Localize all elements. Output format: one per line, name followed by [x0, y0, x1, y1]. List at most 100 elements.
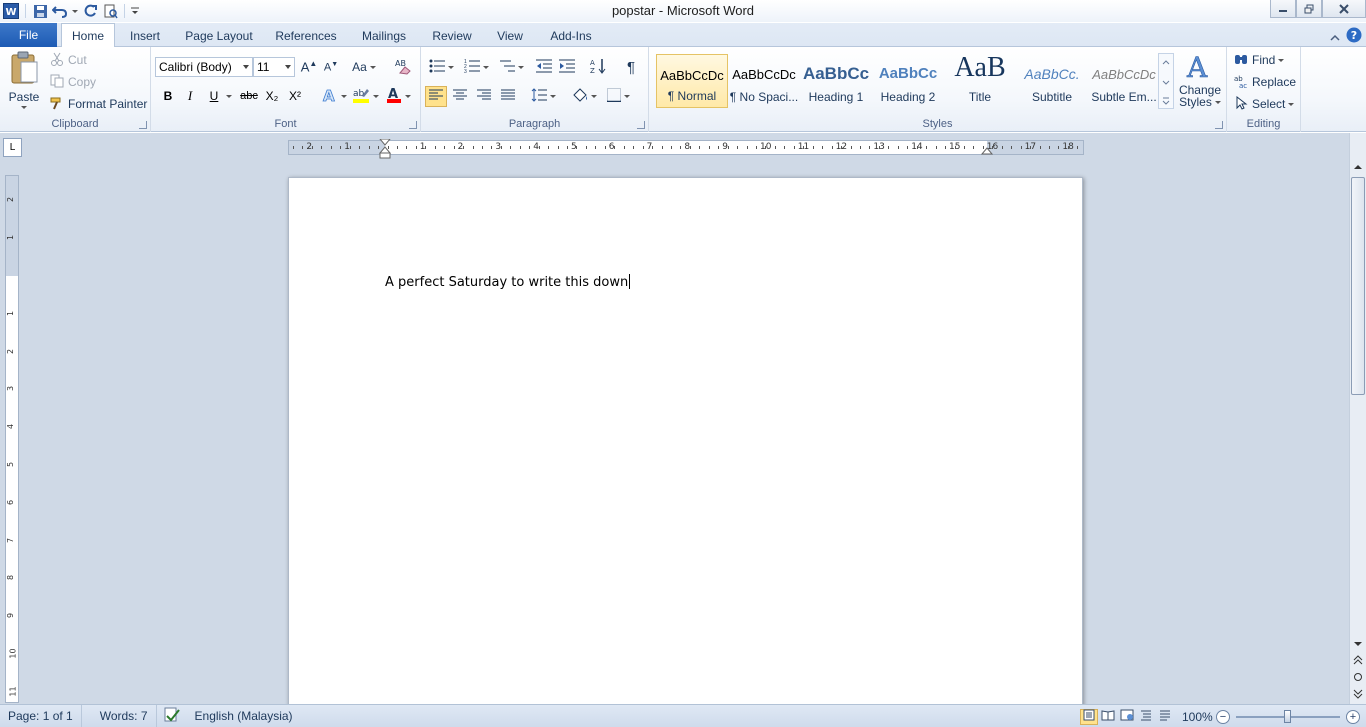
style-normal[interactable]: AaBbCcDc ¶ Normal [656, 54, 728, 108]
decrease-indent-button[interactable] [534, 57, 554, 77]
style-title[interactable]: AaB Title [944, 52, 1016, 108]
outline-view-button[interactable] [1137, 709, 1155, 725]
scroll-down-button[interactable] [1350, 636, 1366, 652]
clear-formatting-button[interactable]: AB [393, 57, 413, 77]
style-no-spacing[interactable]: AaBbCcDc ¶ No Spaci... [728, 54, 800, 108]
paste-button[interactable]: Paste [4, 51, 44, 113]
paragraph-dialog-launcher[interactable] [637, 121, 645, 129]
bold-button[interactable]: B [160, 87, 176, 105]
font-color-button[interactable]: A [383, 86, 413, 106]
format-painter-button[interactable]: Format Painter [50, 96, 147, 112]
underline-dropdown[interactable] [225, 87, 233, 105]
align-right-icon [477, 89, 491, 104]
clipboard-dialog-launcher[interactable] [139, 121, 147, 129]
italic-button[interactable]: I [182, 87, 198, 105]
undo-dropdown-icon[interactable] [71, 2, 79, 20]
first-line-indent-marker[interactable] [378, 138, 392, 162]
tab-view[interactable]: View [492, 25, 528, 47]
document-text[interactable]: A perfect Saturday to write this down [385, 274, 631, 290]
restore-button[interactable] [1296, 0, 1322, 18]
print-layout-view-button[interactable] [1080, 708, 1098, 725]
print-preview-icon[interactable] [101, 2, 119, 20]
borders-button[interactable] [603, 86, 633, 107]
tab-insert[interactable]: Insert [124, 25, 166, 47]
find-button[interactable]: Find [1234, 52, 1285, 68]
scroll-up-button[interactable] [1350, 159, 1366, 175]
strikethrough-button[interactable]: abc [238, 87, 260, 105]
word-count[interactable]: Words: 7 [82, 704, 157, 727]
zoom-slider[interactable] [1236, 709, 1340, 725]
zoom-out-button[interactable]: − [1216, 709, 1230, 724]
full-screen-reading-button[interactable] [1099, 709, 1117, 725]
right-indent-marker[interactable] [980, 144, 994, 159]
minimize-ribbon-icon[interactable] [1330, 30, 1340, 44]
language-indicator[interactable]: English (Malaysia) [187, 705, 301, 727]
vertical-ruler[interactable]: 2 1 1 2 3 4 5 6 7 8 9 10 11 [5, 175, 19, 703]
font-dialog-launcher[interactable] [409, 121, 417, 129]
styles-dialog-launcher[interactable] [1215, 121, 1223, 129]
draft-view-button[interactable] [1156, 709, 1174, 725]
document-page[interactable]: A perfect Saturday to write this down [288, 177, 1083, 727]
undo-icon[interactable] [51, 2, 69, 20]
page-count[interactable]: Page: 1 of 1 [0, 704, 82, 727]
highlight-button[interactable]: ab [350, 86, 380, 106]
replace-button[interactable]: ab ac Replace [1234, 74, 1296, 90]
tab-mailings[interactable]: Mailings [356, 25, 412, 47]
increase-indent-button[interactable] [557, 57, 577, 77]
web-layout-button[interactable] [1118, 709, 1136, 725]
sort-button[interactable]: AZ [588, 57, 608, 77]
zoom-in-button[interactable]: + [1346, 709, 1360, 724]
zoom-level[interactable]: 100% [1182, 710, 1216, 724]
style-heading-2[interactable]: AaBbCc Heading 2 [872, 54, 944, 108]
tab-page-layout[interactable]: Page Layout [182, 25, 256, 47]
customize-toolbar-icon[interactable] [130, 2, 140, 20]
word-app-icon[interactable]: W [2, 2, 20, 20]
superscript-button[interactable]: X² [286, 87, 304, 105]
align-center-button[interactable] [449, 86, 471, 107]
proofing-status[interactable] [157, 705, 187, 727]
numbering-button[interactable]: 123 [461, 57, 491, 77]
font-name-combo[interactable]: Calibri (Body) [155, 57, 253, 77]
align-left-button[interactable] [425, 86, 447, 107]
cut-button[interactable]: Cut [50, 52, 87, 68]
multilevel-list-button[interactable] [496, 57, 526, 77]
shrink-font-button[interactable]: A▼ [322, 58, 340, 76]
tab-file[interactable]: File [0, 23, 57, 47]
close-button[interactable] [1322, 0, 1366, 18]
change-case-button[interactable]: Aa [351, 58, 377, 76]
scroll-thumb[interactable] [1351, 177, 1365, 395]
minimize-button[interactable] [1270, 0, 1296, 18]
help-icon[interactable]: ? [1346, 27, 1362, 46]
bullets-button[interactable] [426, 57, 456, 77]
style-heading-1[interactable]: AaBbCc Heading 1 [800, 54, 872, 108]
next-page-button[interactable] [1350, 686, 1366, 702]
subscript-button[interactable]: X₂ [263, 87, 281, 105]
tab-selector[interactable]: L [3, 138, 22, 157]
font-size-combo[interactable]: 11 [253, 57, 295, 77]
style-subtitle[interactable]: AaBbCc. Subtitle [1016, 54, 1088, 108]
justify-button[interactable] [497, 86, 519, 107]
copy-button[interactable]: Copy [50, 74, 96, 90]
tab-review[interactable]: Review [428, 25, 476, 47]
show-hide-button[interactable]: ¶ [621, 57, 641, 77]
tab-references[interactable]: References [272, 25, 340, 47]
browse-object-button[interactable] [1350, 669, 1366, 685]
styles-gallery-scroll[interactable] [1158, 53, 1174, 109]
text-effects-button[interactable]: A [321, 86, 347, 105]
underline-button[interactable]: U [206, 87, 222, 105]
align-right-button[interactable] [473, 86, 495, 107]
horizontal-ruler[interactable]: 21123456789101112131415161718 [288, 138, 1084, 159]
change-styles-button[interactable]: A Change Styles [1176, 51, 1224, 115]
tab-home[interactable]: Home [61, 23, 115, 48]
tab-add-ins[interactable]: Add-Ins [544, 25, 598, 47]
shading-button[interactable] [569, 86, 599, 107]
previous-page-button[interactable] [1350, 652, 1366, 668]
line-spacing-button[interactable] [529, 86, 557, 107]
select-button[interactable]: Select [1234, 95, 1295, 112]
save-icon[interactable] [31, 2, 49, 20]
redo-icon[interactable] [81, 2, 99, 20]
zoom-slider-knob[interactable] [1284, 709, 1291, 723]
grow-font-button[interactable]: A▲ [300, 58, 318, 76]
vertical-scrollbar[interactable] [1349, 133, 1366, 704]
style-subtle-emphasis[interactable]: AaBbCcDc Subtle Em... [1088, 54, 1160, 108]
